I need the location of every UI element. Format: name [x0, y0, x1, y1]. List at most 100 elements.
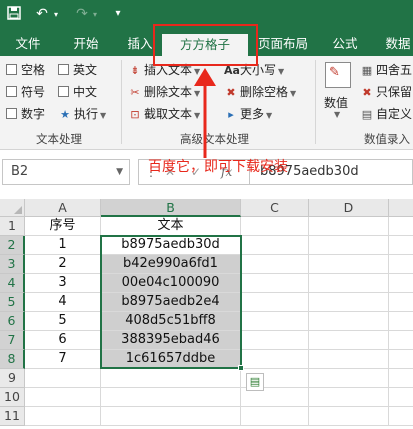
row-header-7[interactable]: 7 [0, 331, 25, 350]
cell-d7[interactable] [309, 331, 389, 350]
cell-b3[interactable]: b42e990a6fd1 [101, 255, 241, 274]
cell-e1[interactable] [389, 217, 413, 236]
undo-dropdown-icon[interactable]: ▾ [52, 7, 60, 23]
cell-b4[interactable]: 00e04c100090 [101, 274, 241, 293]
cell-a3[interactable]: 2 [25, 255, 101, 274]
cell-b7[interactable]: 388395ebad46 [101, 331, 241, 350]
row-header-3[interactable]: 3 [0, 255, 25, 274]
cell-a4[interactable]: 3 [25, 274, 101, 293]
cell-d11[interactable] [309, 407, 389, 426]
custom-button[interactable]: ▤ 自定义 [360, 106, 412, 123]
column-header-b[interactable]: B [101, 199, 241, 217]
number-big-button[interactable]: ✎ 数值 ▼ [320, 62, 356, 120]
save-icon[interactable] [6, 6, 22, 24]
cell-e11[interactable] [389, 407, 413, 426]
delete-space-button[interactable]: ✖ 删除空格 ▼ [224, 84, 296, 102]
tab-formulas[interactable]: 公式 [322, 32, 368, 56]
cell-c5[interactable] [241, 293, 309, 312]
cell-b1[interactable]: 文本 [101, 217, 241, 236]
tab-home[interactable]: 开始 [64, 32, 108, 56]
cell-d1[interactable] [309, 217, 389, 236]
cell-a8[interactable]: 7 [25, 350, 101, 369]
column-header-c[interactable]: C [241, 199, 309, 217]
cell-c6[interactable] [241, 312, 309, 331]
cell-d6[interactable] [309, 312, 389, 331]
select-all-button[interactable] [0, 199, 25, 217]
cell-c7[interactable] [241, 331, 309, 350]
row-header-10[interactable]: 10 [0, 388, 25, 407]
cell-b2[interactable]: b8975aedb30d [101, 236, 241, 255]
checkbox-label: 空格 [21, 63, 46, 77]
cell-d5[interactable] [309, 293, 389, 312]
cell-d3[interactable] [309, 255, 389, 274]
cell-e2[interactable] [389, 236, 413, 255]
redo-dropdown-icon[interactable]: ▾ [91, 7, 99, 23]
execute-button[interactable]: ★ 执行 ▼ [58, 106, 106, 124]
row-header-9[interactable]: 9 [0, 369, 25, 388]
chevron-down-icon: ▼ [278, 67, 285, 76]
redo-icon[interactable]: ↷ [74, 6, 90, 22]
cell-c8[interactable] [241, 350, 309, 369]
cell-d2[interactable] [309, 236, 389, 255]
quick-analysis-icon[interactable]: ▤ [246, 373, 264, 391]
row-header-2[interactable]: 2 [0, 236, 25, 255]
button-label: 四舍五 [376, 63, 413, 77]
row-header-11[interactable]: 11 [0, 407, 25, 426]
cell-e6[interactable] [389, 312, 413, 331]
customize-qat-icon[interactable]: ▾ [112, 6, 124, 22]
cell-d8[interactable] [309, 350, 389, 369]
round-button[interactable]: ▦ 四舍五 [360, 62, 412, 79]
cell-b11[interactable] [101, 407, 241, 426]
cell-a6[interactable]: 5 [25, 312, 101, 331]
row-header-4[interactable]: 4 [0, 274, 25, 293]
cell-a1[interactable]: 序号 [25, 217, 101, 236]
row-header-6[interactable]: 6 [0, 312, 25, 331]
cell-e7[interactable] [389, 331, 413, 350]
cell-e5[interactable] [389, 293, 413, 312]
chevron-down-icon[interactable]: ▼ [116, 160, 123, 184]
undo-icon[interactable]: ↶ [34, 6, 50, 22]
cell-a7[interactable]: 6 [25, 331, 101, 350]
cell-d4[interactable] [309, 274, 389, 293]
cell-a9[interactable] [25, 369, 101, 388]
cell-b8[interactable]: 1c61657ddbe [101, 350, 241, 369]
cell-e4[interactable] [389, 274, 413, 293]
row-header-1[interactable]: 1 [0, 217, 25, 236]
keep-only-button[interactable]: ✖ 只保留 [360, 84, 412, 101]
cell-e8[interactable] [389, 350, 413, 369]
column-header-e[interactable] [389, 199, 413, 217]
tab-page-layout[interactable]: 页面布局 [252, 32, 314, 56]
cell-b10[interactable] [101, 388, 241, 407]
cell-c4[interactable] [241, 274, 309, 293]
cell-b5[interactable]: b8975aedb2e4 [101, 293, 241, 312]
cell-a10[interactable] [25, 388, 101, 407]
fill-handle[interactable] [238, 365, 244, 371]
tab-data[interactable]: 数据 [378, 32, 413, 56]
more-button[interactable]: ▸ 更多 ▼ [224, 106, 272, 124]
cell-a5[interactable]: 4 [25, 293, 101, 312]
name-box[interactable]: B2 ▼ [2, 159, 130, 185]
row-header-5[interactable]: 5 [0, 293, 25, 312]
checkbox-english[interactable]: 英文 [58, 62, 97, 78]
cell-b6[interactable]: 408d5c51bff8 [101, 312, 241, 331]
cell-e3[interactable] [389, 255, 413, 274]
checkbox-chinese[interactable]: 中文 [58, 84, 97, 100]
row-header-8[interactable]: 8 [0, 350, 25, 369]
cell-d9[interactable] [309, 369, 389, 388]
cell-c11[interactable] [241, 407, 309, 426]
cell-d10[interactable] [309, 388, 389, 407]
tab-file[interactable]: 文件 [8, 32, 48, 56]
cell-c2[interactable] [241, 236, 309, 255]
cell-e10[interactable] [389, 388, 413, 407]
column-header-d[interactable]: D [309, 199, 389, 217]
checkbox-space[interactable]: 空格 [6, 62, 45, 78]
column-header-a[interactable]: A [25, 199, 101, 217]
cell-b9[interactable] [101, 369, 241, 388]
cell-c1[interactable] [241, 217, 309, 236]
checkbox-symbol[interactable]: 符号 [6, 84, 45, 100]
checkbox-number[interactable]: 数字 [6, 106, 45, 122]
cell-a2[interactable]: 1 [25, 236, 101, 255]
cell-a11[interactable] [25, 407, 101, 426]
cell-e9[interactable] [389, 369, 413, 388]
cell-c3[interactable] [241, 255, 309, 274]
